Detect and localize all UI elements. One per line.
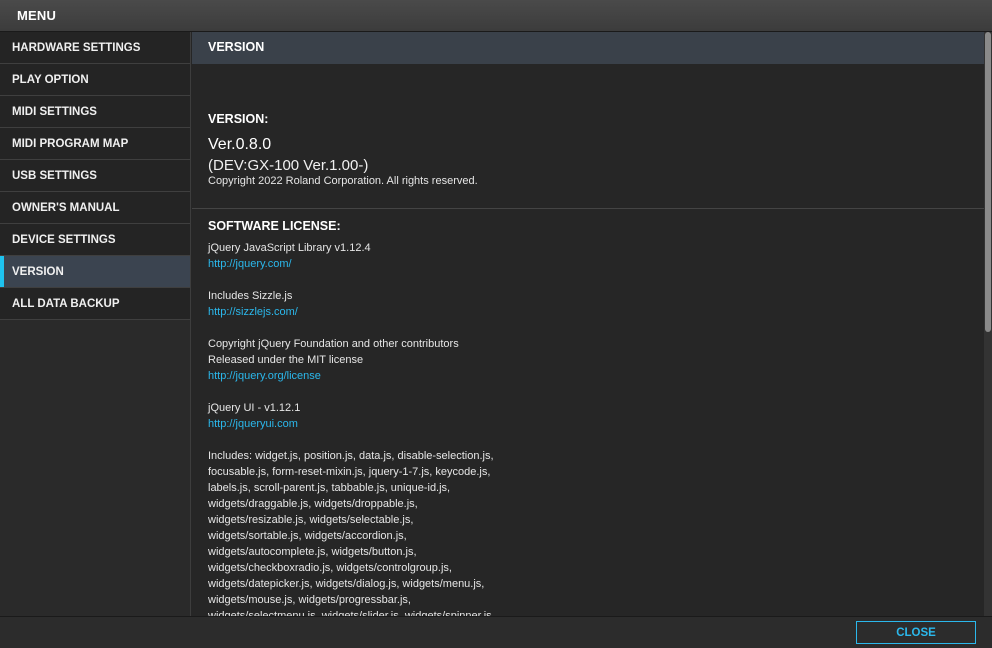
license-text: widgets/autocomplete.js, widgets/button.… bbox=[208, 546, 417, 558]
sidebar-item-play-option[interactable]: PLAY OPTION bbox=[0, 64, 190, 96]
license-text: widgets/datepicker.js, widgets/dialog.js… bbox=[208, 578, 485, 590]
sidebar-item-owner-s-manual[interactable]: OWNER'S MANUAL bbox=[0, 192, 190, 224]
license-text: widgets/checkboxradio.js, widgets/contro… bbox=[208, 562, 452, 574]
close-button[interactable]: CLOSE bbox=[856, 621, 976, 644]
license-link[interactable]: http://jquery.org/license bbox=[208, 368, 984, 384]
sidebar-item-label: HARDWARE SETTINGS bbox=[12, 42, 141, 54]
sidebar-item-device-settings[interactable]: DEVICE SETTINGS bbox=[0, 224, 190, 256]
license-title: SOFTWARE LICENSE: bbox=[208, 219, 341, 233]
sidebar-item-label: MIDI SETTINGS bbox=[12, 106, 97, 118]
version-section: VERSION: Ver.0.8.0 (DEV:GX-100 Ver.1.00-… bbox=[192, 64, 984, 209]
content-scroll-area[interactable]: VERSION: Ver.0.8.0 (DEV:GX-100 Ver.1.00-… bbox=[192, 64, 984, 616]
license-link[interactable]: http://jqueryui.com bbox=[208, 416, 984, 432]
license-text: widgets/draggable.js, widgets/droppable.… bbox=[208, 498, 418, 510]
footer-bar: CLOSE bbox=[0, 616, 992, 648]
license-list: jQuery JavaScript Library v1.12.4 http://… bbox=[208, 240, 984, 616]
sidebar-item-label: OWNER'S MANUAL bbox=[12, 202, 120, 214]
sidebar-item-midi-program-map[interactable]: MIDI PROGRAM MAP bbox=[0, 128, 190, 160]
scrollbar-thumb[interactable] bbox=[985, 32, 991, 332]
license-text: jQuery JavaScript Library v1.12.4 bbox=[208, 242, 371, 254]
copyright-text: Copyright 2022 Roland Corporation. All r… bbox=[208, 175, 478, 187]
license-entry: jQuery JavaScript Library v1.12.4 http://… bbox=[208, 240, 984, 272]
sidebar-item-label: USB SETTINGS bbox=[12, 170, 97, 182]
version-value: Ver.0.8.0 bbox=[208, 136, 272, 153]
sidebar-item-all-data-backup[interactable]: ALL DATA BACKUP bbox=[0, 288, 190, 320]
sidebar: HARDWARE SETTINGS PLAY OPTION MIDI SETTING… bbox=[0, 32, 191, 616]
sidebar-item-usb-settings[interactable]: USB SETTINGS bbox=[0, 160, 190, 192]
sidebar-item-midi-settings[interactable]: MIDI SETTINGS bbox=[0, 96, 190, 128]
license-text: widgets/selectmenu.js, widgets/slider.js… bbox=[208, 610, 492, 616]
license-text: Includes Sizzle.js bbox=[208, 290, 293, 302]
license-text: labels.js, scroll-parent.js, tabbable.js… bbox=[208, 482, 451, 494]
sidebar-item-label: VERSION bbox=[12, 266, 64, 278]
sidebar-item-label: MIDI PROGRAM MAP bbox=[12, 138, 129, 150]
license-text: jQuery UI - v1.12.1 bbox=[208, 402, 301, 414]
license-text: Released under the MIT license bbox=[208, 354, 364, 366]
license-text: widgets/resizable.js, widgets/selectable… bbox=[208, 514, 414, 526]
license-text: focusable.js, form-reset-mixin.js, jquer… bbox=[208, 466, 491, 478]
sidebar-item-label: DEVICE SETTINGS bbox=[12, 234, 116, 246]
device-version: (DEV:GX-100 Ver.1.00-) bbox=[208, 157, 369, 174]
license-entry: Includes Sizzle.js http://sizzlejs.com/ bbox=[208, 288, 984, 320]
window-title: MENU bbox=[17, 8, 57, 23]
license-text: widgets/sortable.js, widgets/accordion.j… bbox=[208, 530, 407, 542]
scrollbar[interactable] bbox=[984, 32, 992, 616]
license-link[interactable]: http://sizzlejs.com/ bbox=[208, 304, 984, 320]
sidebar-item-hardware-settings[interactable]: HARDWARE SETTINGS bbox=[0, 32, 190, 64]
sidebar-item-label: PLAY OPTION bbox=[12, 74, 89, 86]
license-text: Includes: widget.js, position.js, data.j… bbox=[208, 450, 494, 462]
license-text: widgets/mouse.js, widgets/progressbar.js… bbox=[208, 594, 411, 606]
license-section: SOFTWARE LICENSE: jQuery JavaScript Libr… bbox=[192, 209, 984, 616]
version-label: VERSION: bbox=[208, 112, 269, 126]
license-link[interactable]: http://jquery.com/ bbox=[208, 256, 984, 272]
license-entry: Copyright jQuery Foundation and other co… bbox=[208, 336, 984, 384]
title-bar: MENU bbox=[0, 0, 992, 32]
license-text: Copyright jQuery Foundation and other co… bbox=[208, 338, 459, 350]
sidebar-item-version[interactable]: VERSION bbox=[0, 256, 190, 288]
license-entry: jQuery UI - v1.12.1 http://jqueryui.com bbox=[208, 400, 984, 432]
sidebar-item-label: ALL DATA BACKUP bbox=[12, 298, 120, 310]
content-header: VERSION bbox=[192, 32, 992, 64]
app-window: MENU HARDWARE SETTINGS PLAY OPTION MIDI SE… bbox=[0, 0, 992, 648]
content-panel: VERSION VERSION: Ver.0.8.0 (DEV:GX-100 V… bbox=[192, 32, 992, 616]
license-entry: Includes: widget.js, position.js, data.j… bbox=[208, 448, 984, 616]
